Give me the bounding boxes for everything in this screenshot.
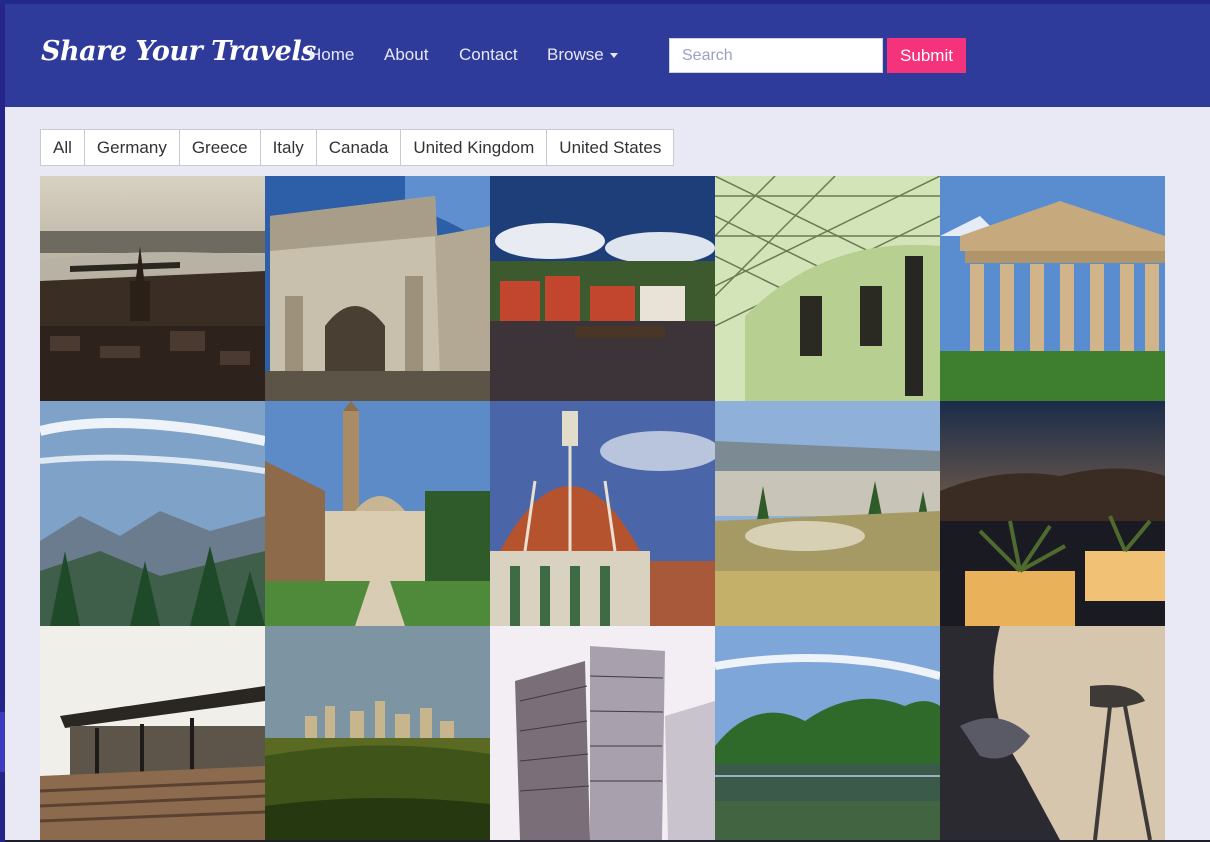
filter-all[interactable]: All — [41, 130, 85, 165]
search-input[interactable] — [669, 38, 883, 73]
nav-browse-label: Browse — [547, 45, 604, 64]
navbar: Share Your Travels Home About Contact Br… — [5, 4, 1210, 107]
nav-browse-dropdown[interactable]: Browse — [547, 45, 618, 65]
photo-greek-temple[interactable] — [940, 176, 1165, 401]
photo-calgary-skyline[interactable] — [265, 626, 490, 840]
filter-united-kingdom[interactable]: United Kingdom — [401, 130, 548, 165]
photo-neue-nationalgalerie[interactable] — [40, 626, 265, 840]
photo-cologne-river-city[interactable] — [40, 176, 265, 401]
photo-british-museum-great-court[interactable] — [715, 176, 940, 401]
photo-park-lake[interactable] — [715, 626, 940, 840]
country-filter-group: All Germany Greece Italy Canada United K… — [40, 129, 675, 166]
photo-gallery — [40, 176, 1165, 840]
photo-santorini-terrace-planters[interactable] — [940, 401, 1165, 626]
submit-button[interactable]: Submit — [887, 38, 966, 73]
photo-athens-ancient-ruins[interactable] — [715, 401, 940, 626]
filter-canada[interactable]: Canada — [317, 130, 402, 165]
page-viewport: Share Your Travels Home About Contact Br… — [5, 4, 1210, 840]
caret-down-icon — [609, 53, 618, 59]
brand-logo[interactable]: Share Your Travels — [41, 36, 316, 67]
photo-seattle-space-needle[interactable] — [940, 626, 1165, 840]
photo-florence-basilica-courtyard[interactable] — [265, 401, 490, 626]
filter-germany[interactable]: Germany — [85, 130, 180, 165]
photo-harbor-red-houses[interactable] — [490, 176, 715, 401]
photo-glass-office-towers[interactable] — [490, 626, 715, 840]
filter-united-states[interactable]: United States — [547, 130, 673, 165]
photo-alpine-valley[interactable] — [40, 401, 265, 626]
photo-florence-cathedral-dome[interactable] — [490, 401, 715, 626]
filter-greece[interactable]: Greece — [180, 130, 261, 165]
photo-roman-triumphal-arch[interactable] — [265, 176, 490, 401]
nav-about[interactable]: About — [384, 45, 428, 65]
filter-italy[interactable]: Italy — [261, 130, 317, 165]
nav-contact[interactable]: Contact — [459, 45, 518, 65]
nav-home[interactable]: Home — [309, 45, 354, 65]
